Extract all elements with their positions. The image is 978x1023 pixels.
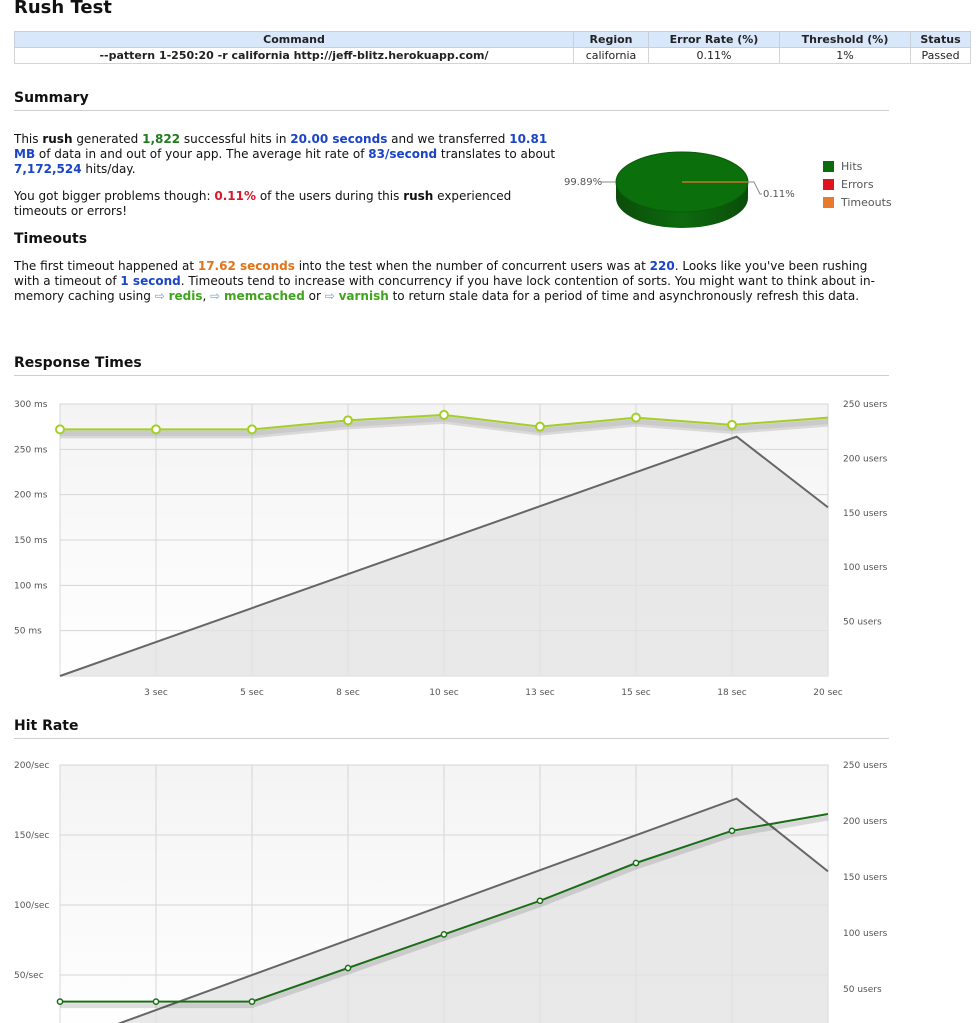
y-right-tick-label: 200 users (843, 817, 888, 827)
y-left-tick-label: 150/sec (14, 831, 49, 841)
data-point (440, 931, 448, 938)
memcached-link[interactable]: memcached (224, 289, 305, 303)
hit-rate-heading: Hit Rate (14, 718, 889, 739)
x-tick-label: 8 sec (336, 688, 360, 698)
table-row: --pattern 1-250:20 -r california http://… (14, 47, 971, 64)
data-point (727, 419, 737, 430)
data-point (55, 424, 65, 435)
x-tick-label: 15 sec (621, 688, 651, 698)
x-tick-label: 13 sec (525, 688, 555, 698)
timeouts-heading: Timeouts (14, 231, 88, 247)
summary-heading: Summary (14, 90, 889, 111)
data-point (343, 415, 353, 426)
hits-per-day-value: 7,172,524 (14, 162, 82, 176)
legend-item-errors: Errors (823, 175, 892, 193)
y-left-tick-label: 200/sec (14, 761, 49, 771)
data-point (728, 827, 736, 835)
y-right-tick-label: 250 users (843, 400, 888, 410)
timeout-users-count: 220 (649, 259, 675, 273)
hit-rate-value: 83/second (368, 147, 438, 161)
varnish-link[interactable]: varnish (339, 289, 389, 303)
legend-item-hits: Hits (823, 157, 892, 175)
legend-item-timeouts: Timeouts (823, 193, 892, 211)
y-left-tick-label: 100/sec (14, 901, 49, 911)
data-point (631, 412, 641, 423)
data-point (151, 424, 161, 435)
data-point (152, 998, 160, 1005)
x-tick-label: 18 sec (717, 688, 747, 698)
y-left-tick-label: 50 ms (14, 627, 42, 637)
pie-label-hits: 99.89% (564, 177, 602, 188)
col-threshold: Threshold (%) (779, 31, 911, 48)
data-point (535, 421, 545, 432)
problems-paragraph: You got bigger problems though: 0.11% of… (14, 189, 512, 218)
timeouts-paragraph: The first timeout happened at 17.62 seco… (14, 259, 875, 303)
y-right-tick-label: 250 users (843, 761, 888, 771)
response-times-heading: Response Times (14, 355, 889, 376)
cell-command: --pattern 1-250:20 -r california http://… (14, 47, 574, 64)
data-point (439, 409, 449, 420)
legend-swatch-timeouts (823, 196, 834, 208)
col-region: Region (573, 31, 649, 48)
table-header-row: Command Region Error Rate (%) Threshold … (14, 31, 971, 48)
col-command: Command (14, 31, 574, 48)
pie-legend: Hits Errors Timeouts (823, 157, 892, 211)
page-title: Rush Test (14, 0, 112, 18)
pie-leader-timeouts (748, 181, 762, 195)
varnish-link-icon: ⇨ (324, 289, 335, 303)
hit-rate-chart: 200/sec 150/sec 100/sec 50/sec 250 users 200 … (14, 761, 888, 1023)
y-right-tick-label: 50 users (843, 618, 882, 628)
col-status: Status (910, 31, 971, 48)
data-point (248, 998, 256, 1005)
x-tick-label: 5 sec (240, 688, 264, 698)
redis-link[interactable]: redis (169, 289, 203, 303)
y-right-tick-label: 100 users (843, 929, 888, 939)
y-left-tick-label: 100 ms (14, 581, 48, 591)
y-left-tick-label: 250 ms (14, 445, 48, 455)
duration-value: 20.00 seconds (290, 132, 388, 146)
summary-paragraph: This rush generated 1,822 successful hit… (14, 132, 556, 176)
data-point (247, 424, 257, 435)
first-timeout-time: 17.62 seconds (197, 259, 295, 273)
y-left-tick-label: 200 ms (14, 491, 48, 501)
y-right-tick-label: 150 users (843, 509, 888, 519)
cell-threshold: 1% (779, 47, 911, 64)
y-right-tick-label: 150 users (843, 873, 888, 883)
y-left-tick-label: 150 ms (14, 536, 48, 546)
memcached-link-icon: ⇨ (210, 289, 221, 303)
cell-error-rate: 0.11% (648, 47, 780, 64)
data-point (632, 859, 640, 867)
y-left-tick-label: 50/sec (14, 971, 44, 981)
cell-status: Passed (910, 47, 971, 64)
y-left-tick-label: 300 ms (14, 400, 48, 410)
data-point (344, 964, 352, 972)
hits-count: 1,822 (142, 132, 181, 146)
redis-link-icon: ⇨ (154, 289, 165, 303)
y-right-tick-label: 50 users (843, 985, 882, 995)
results-pie-chart: 99.89% 0.11% (564, 151, 795, 228)
rush-table: Command Region Error Rate (%) Threshold … (14, 31, 971, 64)
y-right-tick-label: 200 users (843, 454, 888, 464)
cell-region: california (573, 47, 649, 64)
x-tick-label: 10 sec (429, 688, 459, 698)
timeout-setting: 1 second (120, 274, 181, 288)
legend-swatch-hits (823, 160, 834, 172)
legend-swatch-errors (823, 178, 834, 190)
data-point (536, 897, 544, 905)
data-point (56, 998, 64, 1005)
col-error-rate: Error Rate (%) (648, 31, 780, 48)
x-tick-label: 20 sec (813, 688, 843, 698)
pie-label-timeouts: 0.11% (763, 189, 795, 200)
x-tick-label: 3 sec (144, 688, 168, 698)
response-times-chart: 300 ms 250 ms 200 ms 150 ms 100 ms 50 ms 250 u… (14, 400, 888, 698)
y-right-tick-label: 100 users (843, 563, 888, 573)
error-percent: 0.11% (214, 189, 256, 203)
